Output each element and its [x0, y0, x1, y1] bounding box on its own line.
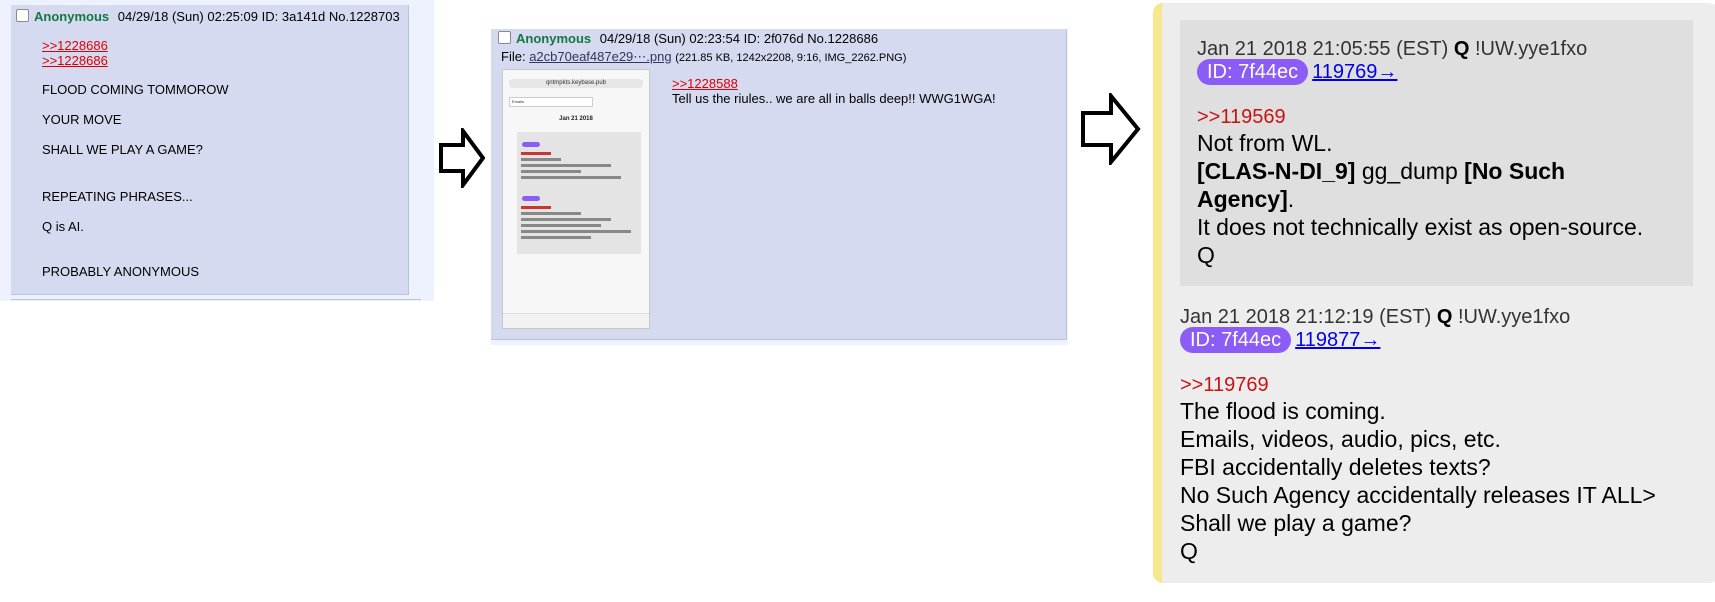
- post-line: Emails, videos, audio, pics, etc.: [1180, 426, 1501, 452]
- post-text: .: [1287, 186, 1295, 212]
- post-line: Agency].: [1197, 185, 1294, 213]
- post-line: FBI accidentally deletes texts?: [1180, 454, 1491, 480]
- thumb-line: [521, 224, 601, 227]
- post-2-header: Anonymous 04/29/18 (Sun) 02:23:54 ID: 2f…: [498, 31, 878, 46]
- post-line: [CLAS-N-DI_9] gg_dump [No Such: [1197, 157, 1565, 185]
- post-datetime: Jan 21 2018 21:05:55 (EST): [1197, 38, 1449, 60]
- poster-name: Q: [1436, 306, 1453, 328]
- bold-tag: [CLAS-N-DI_9]: [1197, 158, 1356, 184]
- thumb-line: [521, 170, 581, 173]
- thumb-nav-bar: [503, 313, 649, 328]
- thumb-status-bar: [505, 71, 647, 76]
- file-info: File: a2cb70eaf487e29⋯.png (221.85 KB, 1…: [501, 49, 906, 65]
- post-line: REPEATING PHRASES...: [42, 189, 193, 204]
- file-thumbnail[interactable]: qntmpkts.keybase.pub Emails Jan 21 2018: [502, 69, 650, 329]
- post-datetime: 04/29/18 (Sun) 02:23:54: [599, 31, 740, 46]
- poster-name: Q: [1453, 38, 1470, 60]
- thumb-line: [521, 218, 611, 221]
- id-pill[interactable]: ID: 7f44ec: [1197, 59, 1309, 85]
- quote-link[interactable]: >>119569: [1197, 106, 1286, 129]
- bold-tag: Agency]: [1197, 186, 1288, 212]
- post-number[interactable]: No.1228686: [807, 31, 878, 46]
- post-text: gg_dump: [1355, 158, 1465, 184]
- thumb-line: [521, 164, 611, 167]
- poster-id[interactable]: ID: 3a141d: [262, 9, 326, 24]
- thumb-date-heading: Jan 21 2018: [559, 116, 593, 122]
- poster-id[interactable]: ID: 2f076d: [744, 31, 804, 46]
- quote-link[interactable]: >>1228686: [42, 38, 108, 53]
- post-text: Tell us the riules.. we are all in balls…: [672, 91, 996, 106]
- post-datetime: Jan 21 2018 21:12:19 (EST): [1180, 306, 1432, 328]
- quote-link[interactable]: >>1228686: [42, 53, 108, 68]
- thumb-line: [521, 158, 561, 161]
- post-line: It does not technically exist as open-so…: [1197, 214, 1644, 240]
- post-line: The flood is coming.: [1180, 398, 1386, 424]
- post-line: FLOOD COMING TOMMOROW: [42, 82, 229, 97]
- post-line: Q: [1180, 538, 1198, 564]
- id-pill[interactable]: ID: 7f44ec: [1180, 327, 1292, 353]
- post-divider: [11, 299, 421, 300]
- thumb-url-bar: qntmpkts.keybase.pub: [509, 79, 643, 88]
- thumb-id-pill: [522, 196, 540, 201]
- post-line: PROBABLY ANONYMOUS: [42, 264, 200, 279]
- post-line: SHALL WE PLAY A GAME?: [42, 142, 203, 157]
- quote-link[interactable]: >>119769: [1180, 374, 1269, 397]
- post-line: YOUR MOVE: [42, 112, 122, 127]
- post-line: Shall we play a game?: [1180, 510, 1412, 536]
- quote-link[interactable]: >>1228588: [672, 76, 738, 91]
- thumb-line: [521, 230, 631, 233]
- post-number[interactable]: No.1228703: [329, 9, 400, 24]
- post-line: Not from WL.: [1197, 130, 1333, 156]
- post-line: Q: [1197, 242, 1215, 268]
- file-meta: (221.85 KB, 1242x2208, 9:16, IMG_2262.PN…: [675, 52, 907, 64]
- right-arrow-icon: [439, 128, 485, 188]
- thumb-line: [521, 176, 621, 179]
- thumb-search-field: Emails: [509, 97, 593, 107]
- thumb-line: [521, 206, 551, 209]
- qmap-post-meta: ID: 7f44ec 119877→: [1180, 327, 1380, 353]
- post-1-checkbox[interactable]: [16, 9, 29, 22]
- post-1-header: Anonymous 04/29/18 (Sun) 02:25:09 ID: 3a…: [16, 9, 400, 24]
- poster-name: Anonymous: [516, 31, 592, 46]
- post-line: Q is AI.: [42, 219, 84, 234]
- post-2-checkbox[interactable]: [498, 31, 511, 44]
- right-arrow-icon: [1081, 93, 1141, 165]
- thumb-line: [521, 212, 581, 215]
- poster-name: Anonymous: [34, 9, 110, 24]
- post-line: No Such Agency accidentally releases IT …: [1180, 482, 1656, 508]
- reply-link[interactable]: 119877→: [1295, 329, 1380, 351]
- thumb-line: [521, 236, 591, 239]
- tripcode: !UW.yye1fxo: [1457, 306, 1571, 328]
- qmap-post-header: Jan 21 2018 21:12:19 (EST) Q !UW.yye1fxo: [1180, 306, 1570, 329]
- bold-tag: [No Such: [1464, 158, 1566, 184]
- tripcode: !UW.yye1fxo: [1474, 38, 1588, 60]
- reply-link[interactable]: 119769→: [1312, 61, 1397, 83]
- file-link[interactable]: a2cb70eaf487e29⋯.png: [529, 49, 671, 64]
- qmap-post-meta: ID: 7f44ec 119769→: [1197, 59, 1397, 85]
- post-datetime: 04/29/18 (Sun) 02:25:09: [117, 9, 258, 24]
- thumb-line: [521, 152, 551, 155]
- qmap-post-header: Jan 21 2018 21:05:55 (EST) Q !UW.yye1fxo: [1197, 38, 1587, 61]
- thumb-post-card: [517, 132, 641, 254]
- thumb-id-pill: [522, 142, 540, 147]
- file-label: File:: [501, 49, 526, 64]
